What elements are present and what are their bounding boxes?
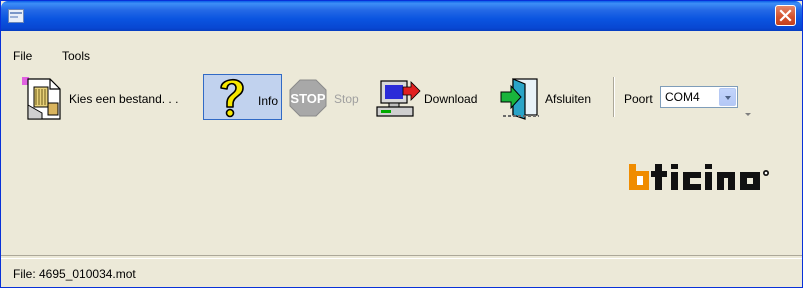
- exit-button[interactable]: Afsluiten: [497, 71, 605, 123]
- choose-file-button[interactable]: Kies een bestand. . .: [11, 71, 199, 123]
- exit-door-icon: [500, 78, 539, 120]
- stop-label: Stop: [334, 92, 359, 106]
- close-icon: [779, 9, 792, 22]
- menu-file[interactable]: File: [13, 49, 32, 63]
- toolbar-separator: [613, 77, 615, 117]
- app-window: File Tools Kies een bestand. . . Info ST…: [0, 0, 803, 288]
- port-dropdown-button[interactable]: [719, 88, 736, 106]
- port-select[interactable]: COM4: [660, 86, 738, 108]
- status-file-text: File: 4695_010034.mot: [13, 267, 136, 281]
- choose-file-label: Kies een bestand. . .: [69, 92, 179, 106]
- app-icon: [8, 9, 24, 23]
- info-button[interactable]: Info: [203, 74, 282, 120]
- menu-bar: File Tools: [1, 33, 802, 63]
- svg-text:STOP: STOP: [290, 91, 325, 106]
- download-computer-icon: [376, 80, 421, 117]
- download-button[interactable]: Download: [373, 71, 491, 123]
- title-bar[interactable]: [1, 1, 802, 31]
- choose-file-icon: [22, 77, 61, 120]
- menu-tools[interactable]: Tools: [62, 49, 90, 63]
- status-panel: File: 4695_010034.mot: [1, 258, 802, 281]
- toolbar-overflow-chevron[interactable]: [745, 113, 751, 116]
- status-bar: File: 4695_010034.mot: [1, 255, 802, 282]
- stop-sign-icon: STOP: [289, 79, 327, 117]
- port-label: Poort: [624, 92, 653, 106]
- exit-label: Afsluiten: [545, 92, 592, 106]
- info-label: Info: [258, 94, 279, 108]
- toolbar: Kies een bestand. . . Info STOP Stop Dow…: [1, 71, 802, 127]
- stop-button[interactable]: STOP Stop: [287, 71, 367, 123]
- close-button[interactable]: [775, 5, 796, 26]
- help-icon: [220, 78, 244, 118]
- download-label: Download: [424, 92, 478, 106]
- dropdown-arrow-icon: [725, 96, 731, 100]
- port-value: COM4: [665, 90, 700, 104]
- bticino-logo: [629, 164, 769, 190]
